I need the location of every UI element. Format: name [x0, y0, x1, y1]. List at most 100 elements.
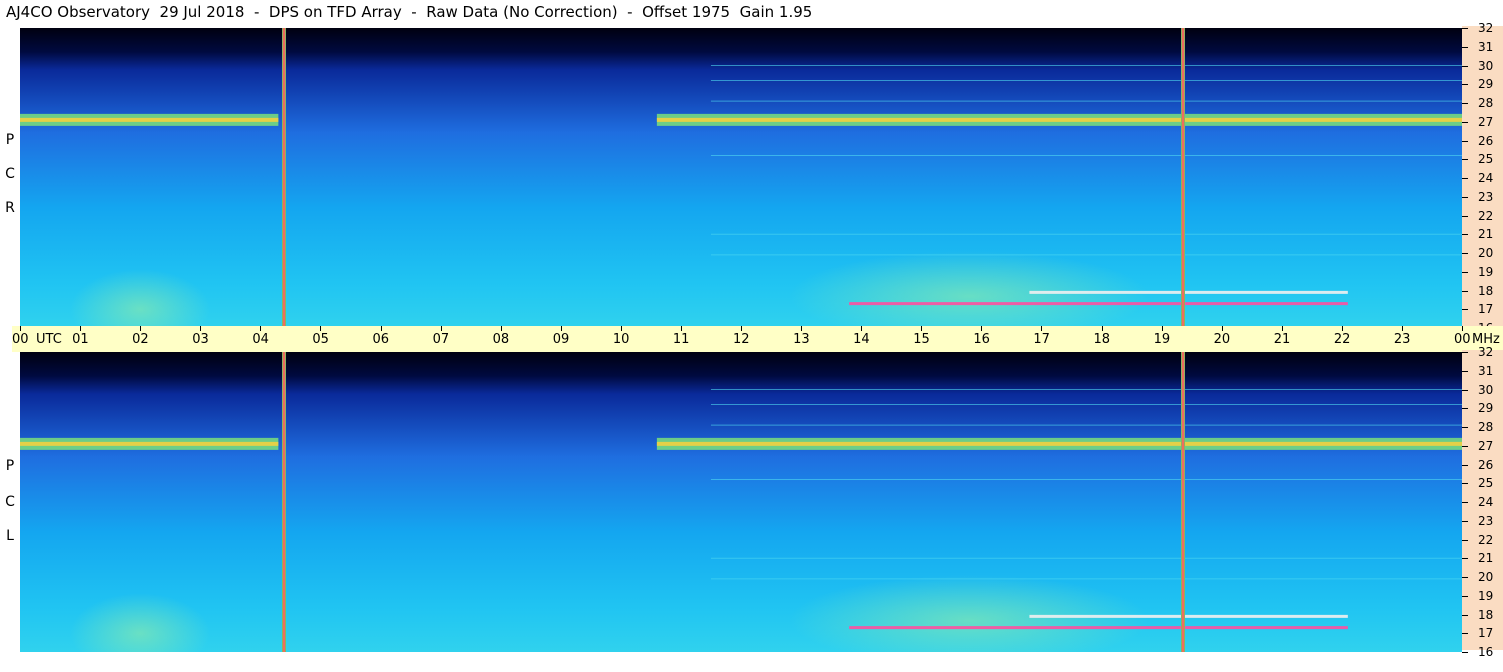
time-tick-label: 18 — [1093, 332, 1111, 347]
frequency-tick-label: 28 — [1478, 96, 1494, 110]
frequency-tick-label: 20 — [1478, 246, 1494, 260]
frequency-tick — [1462, 46, 1468, 48]
time-tick — [1401, 326, 1403, 331]
frequency-tick — [1462, 28, 1468, 29]
interference-line — [710, 557, 1462, 559]
frequency-tick — [1462, 595, 1468, 597]
interference-line — [710, 80, 1462, 81]
frequency-tick — [1462, 558, 1468, 560]
lower-band-line — [1029, 290, 1348, 294]
time-tick-label: 04 — [252, 332, 269, 347]
frequency-tick — [1462, 652, 1468, 653]
frequency-tick-label: 25 — [1478, 476, 1494, 491]
frequency-tick — [1462, 502, 1468, 503]
frequency-tick-label: 18 — [1478, 607, 1494, 622]
time-tick — [200, 326, 202, 331]
time-tick — [921, 326, 923, 331]
frequency-tick — [1462, 370, 1468, 372]
time-tick-label: 09 — [552, 332, 570, 347]
interference-line — [710, 233, 1462, 235]
interference-line — [710, 424, 1462, 426]
time-tick-label: 11 — [672, 332, 690, 347]
time-tick-label: 17 — [1033, 332, 1050, 347]
time-unit-label: UTC — [36, 332, 62, 347]
interference-line — [710, 155, 1462, 156]
frequency-tick-label: 26 — [1478, 457, 1494, 472]
frequency-tick-label: 27 — [1478, 114, 1494, 129]
frequency-tick-label: 17 — [1478, 626, 1494, 641]
frequency-tick-label: 20 — [1478, 570, 1494, 584]
time-tick — [80, 326, 82, 331]
vertical-marker — [1180, 28, 1185, 328]
time-tick — [741, 326, 742, 331]
frequency-tick — [1462, 577, 1468, 578]
time-tick-label: 01 — [72, 332, 89, 347]
time-tick-label: 08 — [492, 332, 510, 347]
rcp-letter-2: C — [5, 166, 15, 182]
frequency-tick — [1462, 464, 1468, 466]
frequency-tick-label: 32 — [1478, 345, 1494, 359]
strong-band-core — [656, 117, 1462, 122]
frequency-tick-label: 23 — [1478, 513, 1494, 528]
frequency-tick-label: 17 — [1478, 302, 1494, 317]
frequency-tick-label: 30 — [1478, 382, 1494, 397]
frequency-tick — [1462, 614, 1468, 616]
lower-band-line — [1029, 614, 1348, 618]
lower-band-line — [849, 302, 1348, 306]
time-tick-label: 15 — [913, 332, 930, 347]
frequency-tick-label: 19 — [1478, 264, 1494, 279]
time-tick-label: 14 — [853, 332, 870, 347]
frequency-tick — [1462, 121, 1468, 123]
interference-line — [710, 479, 1462, 480]
rcp-frequency-axis: 3231302928272625242322212019181716 — [1462, 22, 1503, 334]
lcp-letter-2: C — [5, 494, 15, 510]
frequency-tick — [1462, 539, 1468, 541]
frequency-tick — [1462, 140, 1468, 142]
time-tick-label: 20 — [1213, 332, 1231, 347]
frequency-tick-label: 19 — [1478, 588, 1494, 603]
time-tick — [680, 326, 682, 331]
interference-line — [710, 404, 1462, 405]
frequency-tick-label: 16 — [1478, 645, 1494, 659]
time-tick-label: 03 — [192, 332, 209, 347]
time-tick — [560, 326, 562, 331]
frequency-tick — [1462, 483, 1468, 485]
frequency-tick — [1462, 633, 1468, 635]
vertical-marker — [1180, 352, 1185, 652]
interference-line — [710, 100, 1462, 102]
time-tick — [1281, 326, 1283, 331]
time-tick — [1101, 326, 1103, 331]
time-tick — [981, 326, 983, 331]
frequency-tick-label: 21 — [1478, 551, 1494, 566]
time-tick-label: 05 — [312, 332, 329, 347]
time-tick — [801, 326, 803, 331]
frequency-tick — [1462, 427, 1468, 428]
time-tick — [861, 326, 863, 331]
frequency-tick-label: 30 — [1478, 58, 1494, 73]
time-tick — [500, 326, 502, 331]
frequency-tick — [1462, 84, 1468, 86]
vertical-marker — [282, 352, 287, 652]
frequency-tick-label: 31 — [1478, 39, 1494, 54]
time-tick-label: 21 — [1273, 332, 1291, 347]
frequency-tick — [1462, 271, 1468, 273]
frequency-tick-label: 32 — [1478, 21, 1494, 35]
lcp-polarization-label: L C P — [0, 352, 20, 652]
time-tick — [1462, 326, 1463, 331]
frequency-tick — [1462, 352, 1468, 353]
frequency-tick — [1462, 389, 1468, 391]
time-tick-label: 13 — [793, 332, 810, 347]
time-tick-label: 10 — [612, 332, 630, 347]
frequency-tick — [1462, 408, 1468, 410]
time-tick — [1161, 326, 1163, 331]
frequency-tick-label: 29 — [1478, 77, 1494, 92]
spectrogram-svg — [20, 28, 1462, 328]
time-tick-label: 16 — [973, 332, 990, 347]
frequency-tick — [1462, 445, 1468, 447]
lcp-letter-3: P — [5, 458, 15, 474]
time-tick-label: 00 — [1454, 332, 1471, 347]
frequency-tick — [1462, 520, 1468, 522]
interference-line — [710, 254, 1462, 256]
frequency-tick — [1462, 309, 1468, 311]
strong-band-core — [20, 441, 279, 446]
